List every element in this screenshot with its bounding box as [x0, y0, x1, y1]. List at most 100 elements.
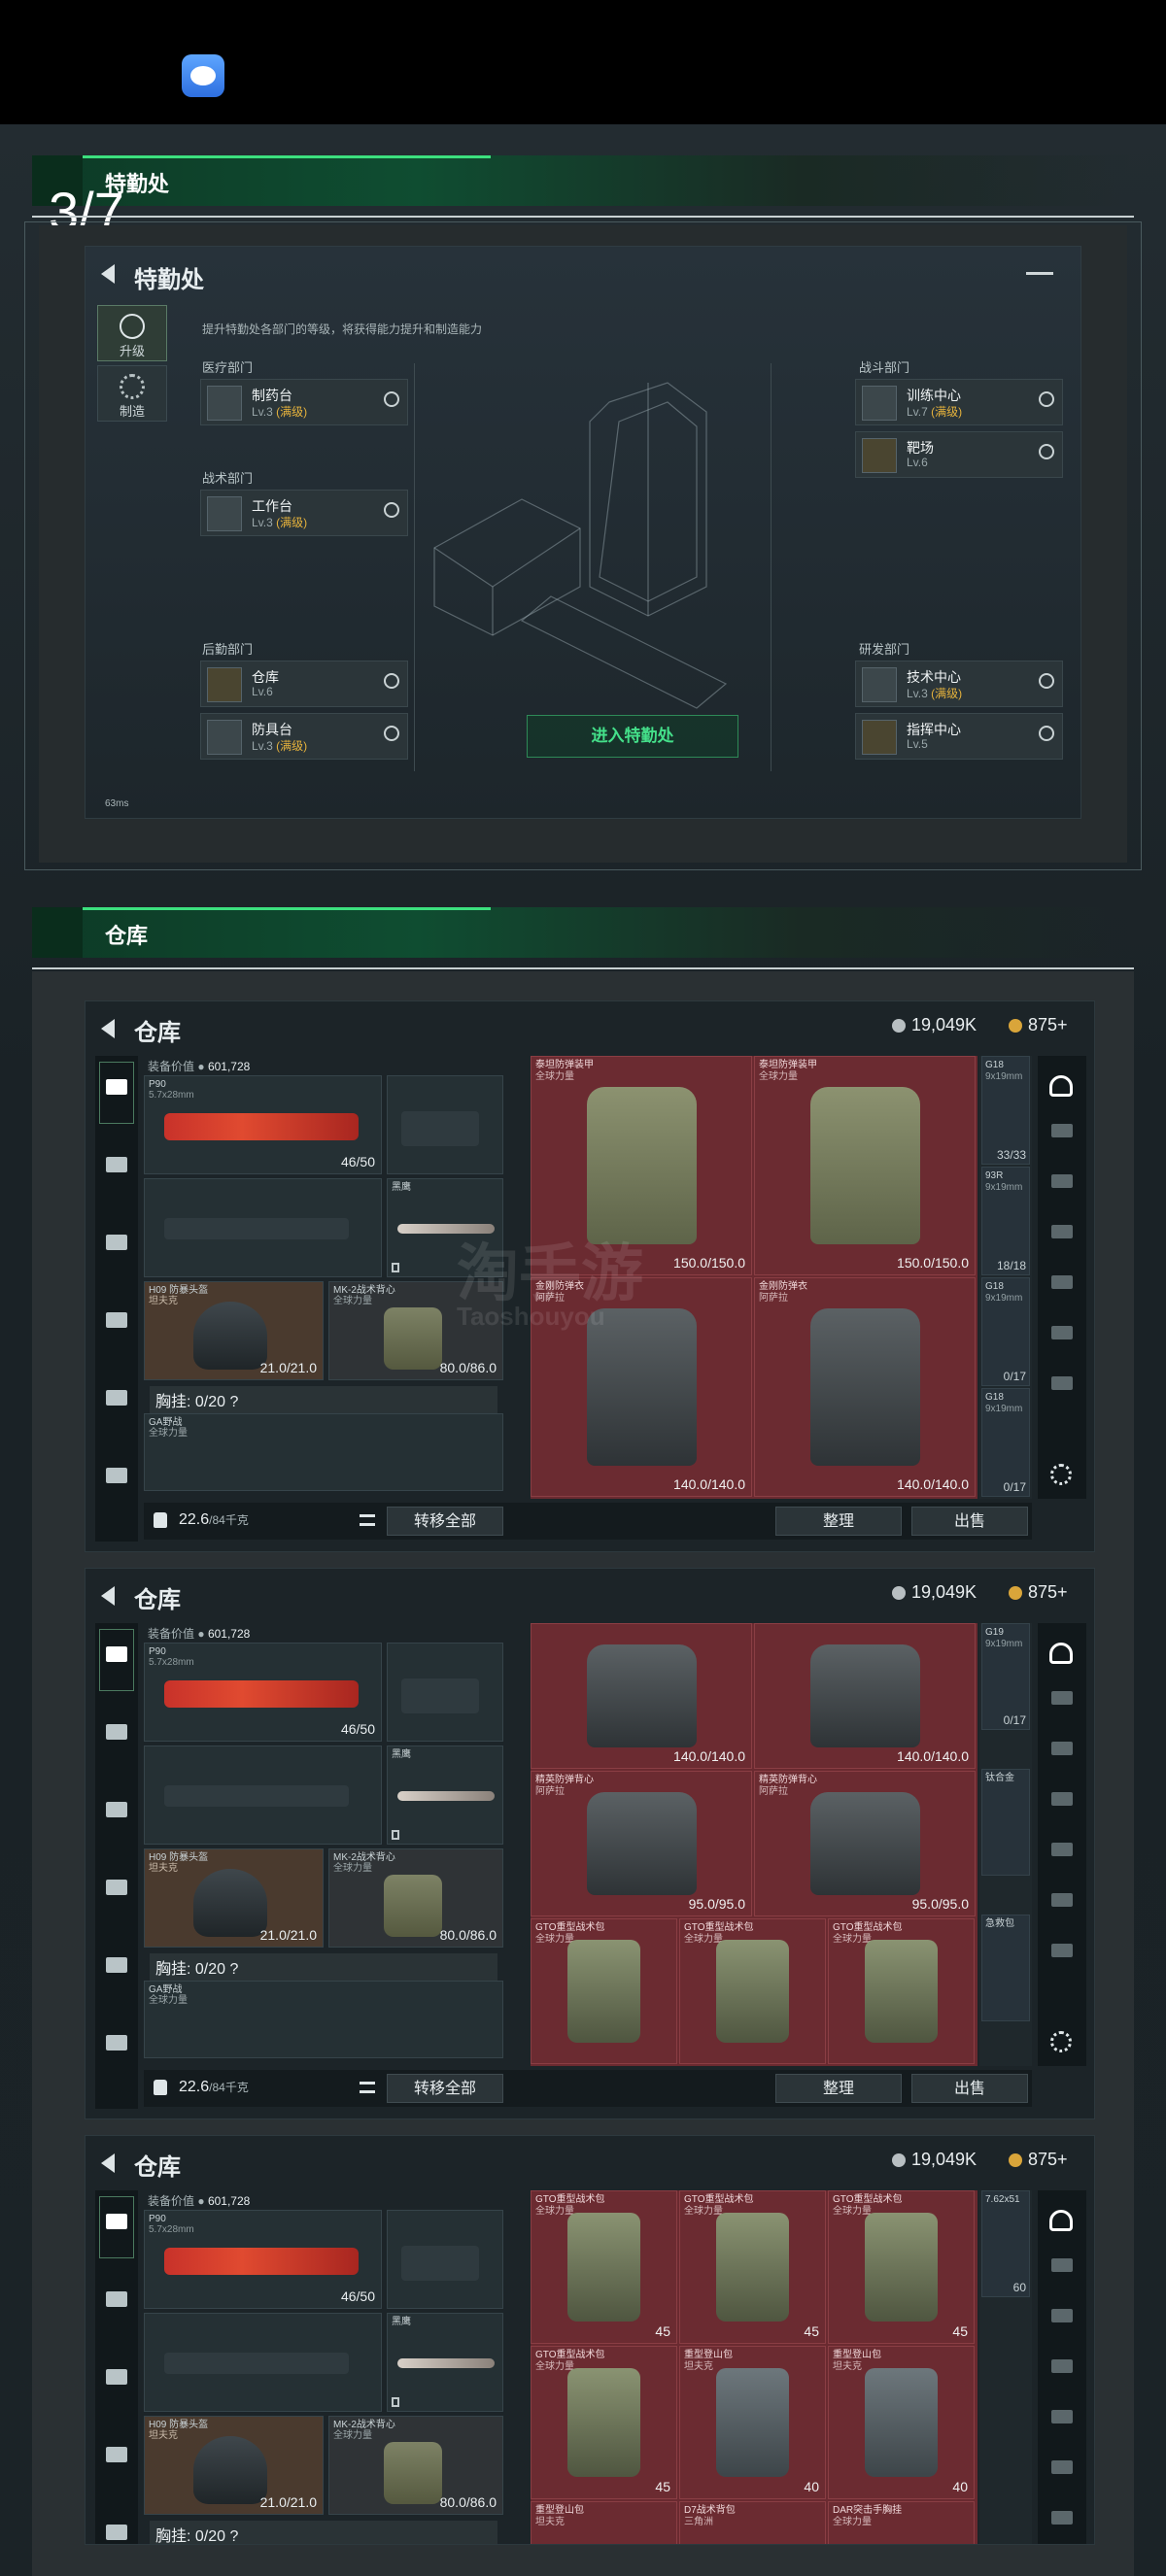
helmet-icon[interactable]: [106, 2369, 127, 2385]
side-item[interactable]: 急救包: [981, 1915, 1030, 2021]
chat-bubble-icon[interactable]: [182, 54, 224, 97]
storage-tab-icon[interactable]: [1051, 2258, 1073, 2272]
toolbox-icon[interactable]: [106, 2035, 127, 2051]
storage-item[interactable]: 金刚防弹衣 阿萨拉 140.0/140.0: [754, 1277, 976, 1497]
search-icon[interactable]: [384, 391, 399, 407]
storage-grid[interactable]: 140.0/140.0 140.0/140.0 精英防弹背心 阿萨拉 95.0/95.0…: [531, 1623, 977, 2066]
backpack-slot[interactable]: GA野战 全球力量: [144, 1981, 503, 2058]
pistol-slot[interactable]: [387, 2210, 503, 2309]
storage-tab-icon[interactable]: [1051, 1124, 1073, 1137]
melee-slot[interactable]: 黑鹰: [387, 1746, 503, 1845]
settings-gear-icon[interactable]: [1050, 1464, 1072, 1485]
storage-tab-icon[interactable]: [1051, 1376, 1073, 1390]
back-icon[interactable]: [101, 264, 115, 284]
list-icon[interactable]: [360, 1514, 375, 1526]
storage-item[interactable]: GTO重型战术包 全球力量: [828, 1918, 975, 2064]
facility-card-storage[interactable]: 仓库 Lv.6: [200, 661, 408, 707]
grenade-icon[interactable]: [106, 1880, 127, 1895]
sell-button[interactable]: 出售: [911, 1507, 1028, 1536]
side-item[interactable]: 7.62x51 60: [981, 2190, 1030, 2297]
storage-tab-icon[interactable]: [1051, 2309, 1073, 2322]
primary-weapon-slot[interactable]: P90 5.7x28mm 46/50: [144, 2210, 382, 2309]
tab-upgrade[interactable]: 升级: [97, 305, 167, 361]
storage-tab-icon[interactable]: [1051, 2410, 1073, 2423]
backpack-slot[interactable]: GA野战 全球力量: [144, 1413, 503, 1491]
storage-tab-icon[interactable]: [1051, 2460, 1073, 2474]
side-item[interactable]: G18 9x19mm 0/17: [981, 1277, 1030, 1386]
warehouse-icon[interactable]: [1049, 1075, 1073, 1097]
storage-tab-icon[interactable]: [1051, 1275, 1073, 1289]
storage-item[interactable]: 140.0/140.0: [754, 1623, 976, 1769]
storage-item[interactable]: 重型登山包 坦夫克 40: [828, 2346, 975, 2499]
side-item[interactable]: 93R 9x19mm 18/18: [981, 1167, 1030, 1275]
list-icon[interactable]: [360, 2082, 375, 2093]
search-icon[interactable]: [1039, 673, 1054, 689]
enter-special-ops-button[interactable]: 进入特勤处: [527, 715, 738, 758]
melee-slot[interactable]: 黑鹰: [387, 2313, 503, 2412]
tab-craft[interactable]: 制造: [97, 365, 167, 422]
storage-tab-icon[interactable]: [1051, 1326, 1073, 1339]
secondary-weapon-slot[interactable]: [144, 2313, 382, 2412]
secondary-weapon-slot[interactable]: [144, 1178, 382, 1277]
backpack-icon[interactable]: [106, 2525, 127, 2540]
toolbox-icon[interactable]: [106, 1468, 127, 1483]
storage-item[interactable]: 重型登山包 坦夫克: [531, 2501, 677, 2544]
backpack-icon[interactable]: [106, 1957, 127, 1973]
backpack-icon[interactable]: [106, 1390, 127, 1406]
storage-grid[interactable]: GTO重型战术包 全球力量 45 GTO重型战术包 全球力量 45 GTO重型战术包 全球力量…: [531, 2190, 977, 2544]
secondary-weapon-slot[interactable]: [144, 1746, 382, 1845]
storage-tab-icon[interactable]: [1051, 1225, 1073, 1238]
warehouse-icon[interactable]: [1049, 2210, 1073, 2231]
search-icon[interactable]: [384, 726, 399, 741]
armor-icon[interactable]: [106, 1724, 127, 1740]
search-icon[interactable]: [1039, 444, 1054, 459]
facility-card-tech-center[interactable]: 技术中心 Lv.3 (满级): [855, 661, 1063, 707]
armor-icon[interactable]: [106, 2291, 127, 2307]
storage-item[interactable]: GTO重型战术包 全球力量: [531, 1918, 677, 2064]
side-item[interactable]: G18 9x19mm 0/17: [981, 1388, 1030, 1497]
transfer-all-button[interactable]: 转移全部: [387, 2074, 503, 2103]
helmet-icon[interactable]: [106, 1802, 127, 1817]
grenade-icon[interactable]: [106, 2447, 127, 2462]
storage-item[interactable]: D7战术背包 三角洲: [679, 2501, 826, 2544]
pistol-slot[interactable]: [387, 1643, 503, 1742]
sell-button[interactable]: 出售: [911, 2074, 1028, 2103]
helmet-slot[interactable]: H09 防暴头盔 坦夫克 21.0/21.0: [144, 1281, 324, 1380]
storage-item[interactable]: 140.0/140.0: [531, 1623, 752, 1769]
grenade-icon[interactable]: [106, 1312, 127, 1328]
storage-tab-icon[interactable]: [1051, 2359, 1073, 2373]
primary-weapon-slot[interactable]: P90 5.7x28mm 46/50: [144, 1075, 382, 1174]
side-item[interactable]: G18 9x19mm 33/33: [981, 1056, 1030, 1165]
settings-gear-icon[interactable]: [1050, 2031, 1072, 2052]
facility-card-workbench[interactable]: 工作台 Lv.3 (满级): [200, 490, 408, 536]
storage-tab-icon[interactable]: [1051, 1174, 1073, 1188]
building-viewport[interactable]: [414, 363, 772, 771]
minimize-icon[interactable]: [1026, 272, 1053, 275]
search-icon[interactable]: [1039, 391, 1054, 407]
storage-item[interactable]: 精英防弹背心 阿萨拉 95.0/95.0: [754, 1771, 976, 1916]
storage-item[interactable]: GTO重型战术包 全球力量 45: [531, 2346, 677, 2499]
facility-card-armor-bench[interactable]: 防具台 Lv.3 (满级): [200, 713, 408, 760]
armor-slot[interactable]: MK-2战术背心 全球力量 80.0/86.0: [328, 1848, 503, 1948]
storage-item[interactable]: 泰坦防弹装甲 全球力量 150.0/150.0: [754, 1056, 976, 1275]
facility-card-command-center[interactable]: 指挥中心 Lv.5: [855, 713, 1063, 760]
storage-item[interactable]: DAR突击手胸挂 全球力量: [828, 2501, 975, 2544]
facility-card-range[interactable]: 靶场 Lv.6: [855, 431, 1063, 478]
search-icon[interactable]: [384, 673, 399, 689]
storage-tab-icon[interactable]: [1051, 1742, 1073, 1755]
storage-tab-icon[interactable]: [1051, 1944, 1073, 1957]
storage-tab-icon[interactable]: [1051, 1691, 1073, 1705]
back-icon[interactable]: [101, 1019, 115, 1038]
lock-icon[interactable]: [154, 1512, 167, 1528]
pistol-slot[interactable]: [387, 1075, 503, 1174]
storage-item[interactable]: GTO重型战术包 全球力量: [679, 1918, 826, 2064]
storage-tab-icon[interactable]: [1051, 1843, 1073, 1856]
search-icon[interactable]: [1039, 726, 1054, 741]
storage-tab-icon[interactable]: [1051, 2511, 1073, 2525]
lock-icon[interactable]: [154, 2080, 167, 2095]
storage-item[interactable]: 重型登山包 坦夫克 40: [679, 2346, 826, 2499]
transfer-all-button[interactable]: 转移全部: [387, 1507, 503, 1536]
primary-weapon-slot[interactable]: P90 5.7x28mm 46/50: [144, 1643, 382, 1742]
helmet-slot[interactable]: H09 防暴头盔 坦夫克 21.0/21.0: [144, 1848, 324, 1948]
storage-item[interactable]: GTO重型战术包 全球力量 45: [679, 2190, 826, 2344]
